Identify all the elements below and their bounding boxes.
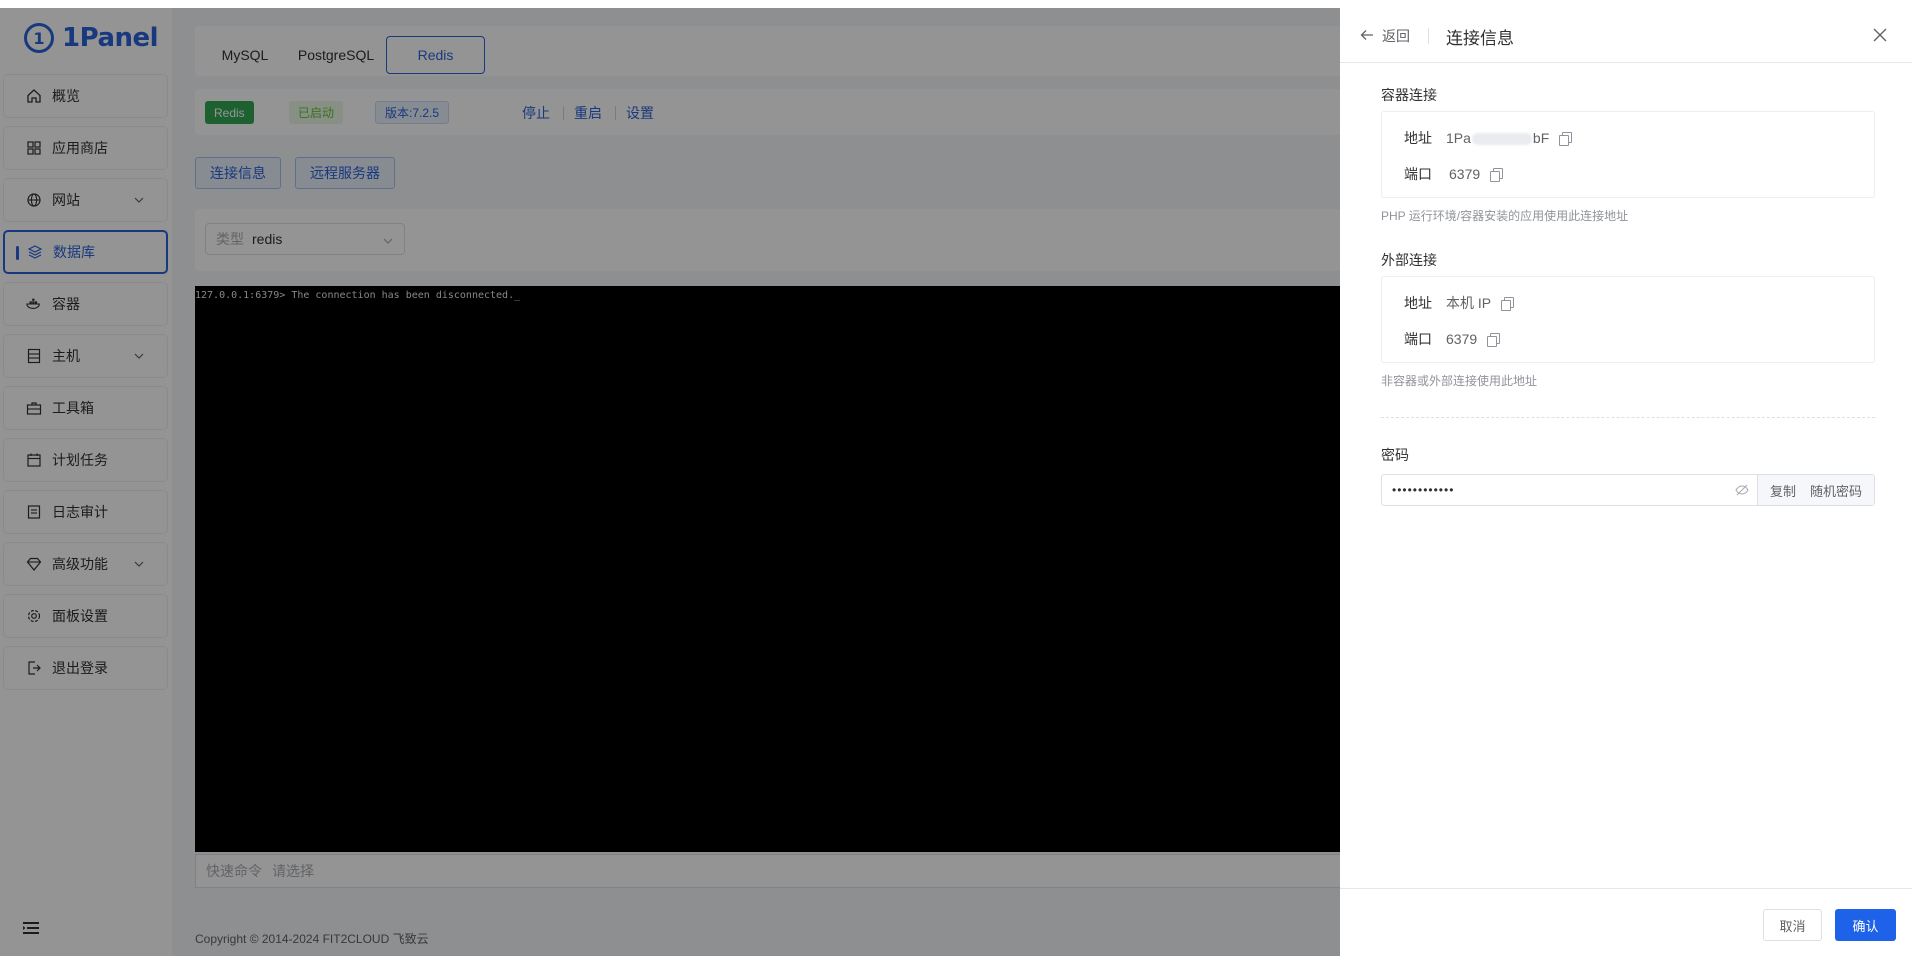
drawer-title: 连接信息	[1446, 29, 1514, 48]
external-port-value: 6379	[1446, 331, 1478, 347]
connection-info-drawer: 返回 连接信息 容器连接 地址 1Pa bF 端口 6379 PHP 运行环境/容…	[1340, 8, 1912, 956]
copy-icon[interactable]	[1501, 297, 1515, 311]
back-button[interactable]: 返回	[1360, 26, 1410, 46]
top-strip	[0, 0, 1912, 8]
external-addr-row: 地址 本机 IP	[1404, 293, 1515, 313]
external-conn-hint: 非容器或外部连接使用此地址	[1381, 374, 1538, 388]
container-conn-box: 地址 1Pa bF 端口 6379	[1381, 111, 1875, 198]
eye-hidden-icon[interactable]	[1735, 484, 1749, 499]
container-conn-title: 容器连接	[1381, 87, 1437, 103]
modal-overlay[interactable]	[0, 8, 1340, 956]
copy-password-button[interactable]: 复制	[1756, 475, 1808, 505]
divider	[1381, 417, 1875, 418]
password-field: •••••••••••• 复制 随机密码	[1381, 474, 1875, 506]
back-label: 返回	[1382, 28, 1410, 44]
external-port-row: 端口 6379	[1404, 329, 1501, 349]
divider	[1428, 28, 1429, 44]
password-input[interactable]: ••••••••••••	[1382, 475, 1757, 505]
drawer-footer: 取消 确认	[1340, 888, 1912, 956]
container-conn-hint: PHP 运行环境/容器安装的应用使用此连接地址	[1381, 209, 1629, 223]
close-icon[interactable]	[1872, 27, 1888, 46]
password-value: ••••••••••••	[1392, 483, 1455, 497]
addr-label: 地址	[1404, 130, 1432, 146]
container-port-row: 端口 6379	[1404, 164, 1504, 184]
external-conn-title: 外部连接	[1381, 252, 1437, 268]
password-label: 密码	[1381, 447, 1409, 463]
external-addr-value: 本机 IP	[1446, 295, 1492, 311]
port-label: 端口	[1404, 166, 1432, 182]
copy-icon[interactable]	[1487, 333, 1501, 347]
arrow-left-icon	[1360, 28, 1374, 44]
container-port-value: 6379	[1449, 166, 1481, 182]
addr-label: 地址	[1404, 295, 1432, 311]
container-addr-value: 1Pa bF	[1446, 130, 1550, 146]
copy-icon[interactable]	[1559, 132, 1573, 146]
port-label: 端口	[1404, 331, 1432, 347]
container-addr-row: 地址 1Pa bF	[1404, 128, 1573, 148]
random-password-button[interactable]: 随机密码	[1807, 475, 1874, 505]
external-conn-box: 地址 本机 IP 端口 6379	[1381, 276, 1875, 363]
drawer-header: 返回 连接信息	[1340, 8, 1912, 63]
cancel-button[interactable]: 取消	[1763, 909, 1822, 941]
copy-icon[interactable]	[1490, 168, 1504, 182]
confirm-button[interactable]: 确认	[1835, 909, 1896, 941]
